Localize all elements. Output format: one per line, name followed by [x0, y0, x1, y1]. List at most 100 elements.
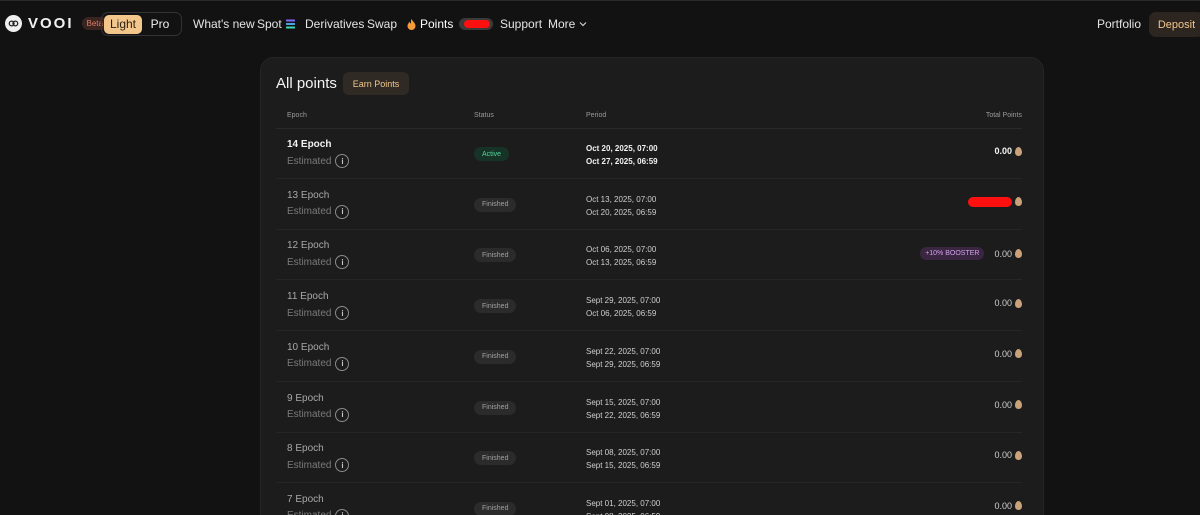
status-badge: Finished: [474, 501, 517, 515]
info-icon[interactable]: i: [335, 407, 350, 422]
table-row: 14 Epoch Estimated i Active Oct 20, 2025, 07…: [276, 129, 1022, 179]
egg-icon: [1015, 501, 1022, 511]
page-title: All points: [276, 75, 337, 92]
period-start: Sept 08, 2025, 07:00: [586, 448, 661, 458]
info-icon[interactable]: i: [335, 356, 350, 371]
period-start: Sept 22, 2025, 07:00: [586, 346, 661, 356]
period-end: Oct 06, 2025, 06:59: [586, 309, 657, 319]
period: Sept 08, 2025, 07:00 Sept 15, 2025, 06:59: [586, 446, 660, 472]
estimated-label: Estimatedi: [287, 356, 350, 371]
nav-link-derivatives[interactable]: Derivatives: [305, 17, 364, 31]
solana-icon: [285, 19, 295, 29]
nav-link-support[interactable]: Support: [500, 17, 542, 31]
estimated-label: Estimatedi: [287, 407, 350, 422]
epoch-name: 8 Epoch: [287, 443, 324, 455]
total-points: 0.00: [994, 349, 1022, 359]
estimated-label: Estimatedi: [287, 508, 350, 515]
info-icon[interactable]: i: [335, 154, 350, 168]
period-end: Sept 15, 2025, 06:59: [586, 461, 661, 471]
header-total-points: Total Points: [985, 112, 1022, 119]
period-end: Sept 29, 2025, 06:59: [586, 359, 661, 369]
period-start: Sept 01, 2025, 07:00: [586, 498, 661, 508]
total-points: 0.00: [994, 450, 1022, 460]
egg-icon: [1015, 450, 1022, 460]
header-period: Period: [586, 112, 607, 119]
period-start: Sept 15, 2025, 07:00: [586, 397, 661, 407]
info-icon[interactable]: i: [335, 204, 350, 219]
status-badge: Finished: [474, 248, 517, 263]
table-row: 10 Epoch Estimated i Finished Sept 22, 2025,…: [276, 332, 1022, 382]
info-icon[interactable]: i: [335, 508, 350, 515]
header-status: Status: [474, 112, 494, 119]
nav-link-portfolio[interactable]: Portfolio: [1097, 17, 1141, 31]
booster-badge: +10% BOOSTER: [920, 247, 985, 261]
chevron-down-icon: [579, 22, 587, 27]
total-points-value: 0.00: [994, 248, 1012, 259]
nav-link-spot[interactable]: Spot: [257, 17, 295, 31]
total-points: 0.00: [994, 501, 1022, 511]
egg-icon: [1015, 146, 1022, 156]
points-balance-redacted: [459, 18, 494, 30]
total-points: 0.00: [994, 146, 1022, 156]
nav-link-more[interactable]: More: [548, 17, 587, 31]
total-points: 0.00: [994, 298, 1022, 308]
status-badge: Active: [474, 147, 510, 161]
epoch-name: 14 Epoch: [287, 139, 332, 150]
info-icon[interactable]: i: [335, 255, 350, 270]
period: Oct 13, 2025, 07:00 Oct 20, 2025, 06:59: [586, 193, 656, 219]
earn-points-button[interactable]: Earn Points: [343, 72, 409, 95]
total-points-value: 0.00: [994, 298, 1012, 309]
egg-icon: [1015, 349, 1022, 359]
period-end: Oct 13, 2025, 06:59: [586, 258, 657, 268]
mode-toggle: Light Pro: [101, 12, 182, 36]
estimated-label: Estimatedi: [287, 255, 350, 270]
period-end: Oct 20, 2025, 06:59: [586, 207, 657, 217]
period: Sept 15, 2025, 07:00 Sept 22, 2025, 06:59: [586, 396, 660, 422]
nav-link-swap[interactable]: Swap: [367, 17, 397, 31]
period: Sept 29, 2025, 07:00 Oct 06, 2025, 06:59: [586, 294, 660, 320]
redacted-value: [968, 196, 1012, 207]
info-icon[interactable]: i: [335, 458, 350, 473]
table-row: 11 Epoch Estimated i Finished Sept 29, 2025,…: [276, 281, 1022, 332]
table-row: 7 Epoch Estimatedi Finished Sept 01, 2025, …: [276, 484, 1022, 515]
period-end: Sept 22, 2025, 06:59: [586, 410, 661, 420]
mode-light-button[interactable]: Light: [104, 14, 142, 34]
header-epoch: Epoch: [287, 112, 307, 119]
estimated-label: Estimatedi: [287, 154, 350, 168]
egg-icon: [1015, 400, 1022, 409]
epoch-name: 13 Epoch: [287, 189, 330, 201]
flame-icon: [407, 18, 416, 30]
points-panel: All points Earn Points Epoch Status Peri…: [260, 57, 1044, 515]
period-start: Sept 29, 2025, 07:00: [586, 296, 661, 306]
period: Oct 06, 2025, 07:00 Oct 13, 2025, 06:59: [586, 243, 656, 269]
logo[interactable]: VOOI Beta: [5, 15, 108, 32]
epoch-name: 9 Epoch: [287, 392, 324, 404]
total-points-value: 0.00: [994, 399, 1012, 410]
mode-pro-button[interactable]: Pro: [142, 15, 178, 34]
total-points: [968, 196, 1022, 207]
egg-icon: [1015, 249, 1022, 259]
total-points: +10% BOOSTER 0.00: [920, 247, 1022, 261]
status-badge: Finished: [474, 299, 517, 314]
period: Sept 01, 2025, 07:00Sept 08, 2025, 06:59: [586, 497, 660, 515]
table-row: 13 Epoch Estimated i Finished Oct 13, 2025, …: [276, 180, 1022, 230]
egg-icon: [1015, 197, 1022, 207]
total-points-value: 0.00: [994, 146, 1012, 156]
epoch-name: 11 Epoch: [287, 291, 329, 303]
estimated-label: Estimatedi: [287, 204, 350, 219]
info-icon[interactable]: i: [335, 306, 350, 321]
nav-link-whats-new[interactable]: What's new: [193, 17, 255, 31]
nav-link-points[interactable]: Points: [407, 17, 494, 31]
estimated-label: Estimatedi: [287, 458, 350, 473]
total-points: 0.00: [994, 400, 1022, 410]
deposit-button[interactable]: Deposit: [1149, 12, 1200, 37]
status-badge: Finished: [474, 400, 517, 415]
egg-icon: [1015, 298, 1022, 308]
epoch-name: 12 Epoch: [287, 240, 330, 252]
period-end: Oct 27, 2025, 06:59: [586, 157, 658, 166]
table-row: 12 Epoch Estimated i Finished Oct 06, 2025, …: [276, 230, 1022, 281]
table-header: Epoch Status Period Total Points: [276, 107, 1022, 129]
total-points-value: 0.00: [994, 500, 1012, 511]
total-points-value: 0.00: [994, 450, 1012, 461]
period: Oct 20, 2025, 07:00 Oct 27, 2025, 06:59: [586, 142, 658, 168]
